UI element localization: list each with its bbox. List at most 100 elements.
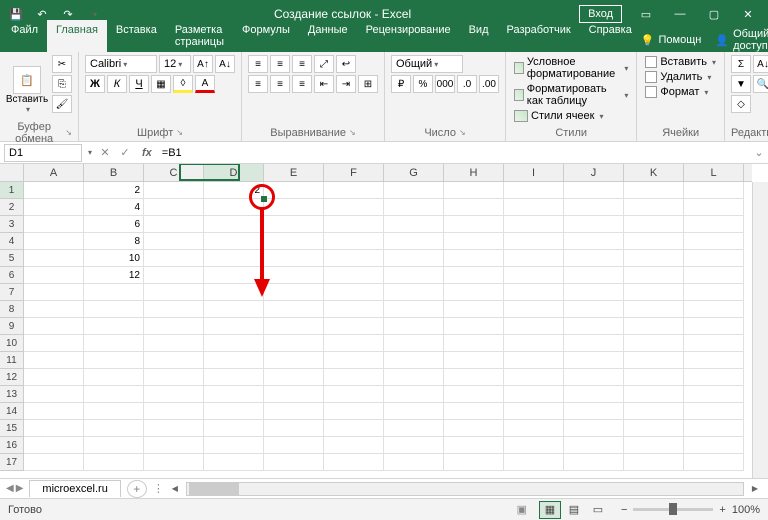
zoom-out-icon[interactable]: − xyxy=(621,504,627,516)
tab-данные[interactable]: Данные xyxy=(299,20,357,52)
cell[interactable] xyxy=(624,454,684,471)
col-header[interactable]: J xyxy=(564,164,624,181)
row-header[interactable]: 7 xyxy=(0,284,23,301)
cell[interactable] xyxy=(24,437,84,454)
merge-icon[interactable]: ⊞ xyxy=(358,75,378,93)
cell[interactable] xyxy=(204,284,264,301)
cell[interactable] xyxy=(84,318,144,335)
align-left-icon[interactable]: ≡ xyxy=(248,75,268,93)
cell[interactable] xyxy=(204,420,264,437)
cell[interactable] xyxy=(84,335,144,352)
cell[interactable] xyxy=(564,301,624,318)
cell[interactable] xyxy=(504,420,564,437)
cell[interactable] xyxy=(24,267,84,284)
tab-справка[interactable]: Справка xyxy=(580,20,641,52)
horizontal-scrollbar[interactable] xyxy=(186,482,744,496)
cell[interactable] xyxy=(444,216,504,233)
cell[interactable] xyxy=(624,369,684,386)
align-launcher-icon[interactable]: ↘ xyxy=(349,128,356,137)
cell[interactable] xyxy=(564,335,624,352)
cell[interactable] xyxy=(504,335,564,352)
enter-formula-icon[interactable]: ✓ xyxy=(116,144,134,162)
cell[interactable] xyxy=(384,284,444,301)
cell[interactable] xyxy=(24,182,84,199)
row-header[interactable]: 5 xyxy=(0,250,23,267)
currency-icon[interactable]: ₽ xyxy=(391,75,411,93)
cell[interactable] xyxy=(144,267,204,284)
cell[interactable] xyxy=(84,284,144,301)
cell[interactable] xyxy=(144,369,204,386)
cell[interactable] xyxy=(204,335,264,352)
cell[interactable] xyxy=(24,250,84,267)
align-right-icon[interactable]: ≡ xyxy=(292,75,312,93)
cell[interactable] xyxy=(264,318,324,335)
cell[interactable] xyxy=(444,454,504,471)
cell[interactable] xyxy=(324,335,384,352)
cell[interactable] xyxy=(504,284,564,301)
cell[interactable] xyxy=(144,199,204,216)
tab-вид[interactable]: Вид xyxy=(460,20,498,52)
cell[interactable] xyxy=(624,318,684,335)
cell[interactable] xyxy=(144,420,204,437)
cell[interactable] xyxy=(564,403,624,420)
copy-icon[interactable]: ⎘ xyxy=(52,75,72,93)
cell[interactable] xyxy=(144,352,204,369)
cell[interactable] xyxy=(324,352,384,369)
cell[interactable] xyxy=(444,182,504,199)
cell[interactable] xyxy=(624,216,684,233)
cell[interactable] xyxy=(444,369,504,386)
row-header[interactable]: 13 xyxy=(0,386,23,403)
cell[interactable] xyxy=(504,437,564,454)
cell[interactable] xyxy=(24,352,84,369)
hscroll-right-icon[interactable]: ▶ xyxy=(748,483,762,495)
cell[interactable] xyxy=(384,216,444,233)
fill-icon[interactable]: ▼ xyxy=(731,75,751,93)
row-header[interactable]: 6 xyxy=(0,267,23,284)
cell[interactable]: 4 xyxy=(84,199,144,216)
tab-разработчик[interactable]: Разработчик xyxy=(498,20,580,52)
underline-icon[interactable]: Ч xyxy=(129,75,149,93)
cell[interactable] xyxy=(264,267,324,284)
cell[interactable] xyxy=(144,454,204,471)
cell[interactable] xyxy=(324,301,384,318)
cell[interactable] xyxy=(624,233,684,250)
cell[interactable] xyxy=(324,216,384,233)
clipboard-launcher-icon[interactable]: ↘ xyxy=(65,128,72,137)
cell[interactable] xyxy=(444,199,504,216)
row-header[interactable]: 1 xyxy=(0,182,23,199)
cell[interactable] xyxy=(384,454,444,471)
formula-bar[interactable]: =B1 xyxy=(156,145,750,161)
cell[interactable] xyxy=(24,386,84,403)
cell[interactable] xyxy=(264,182,324,199)
sheet-nav-next-icon[interactable]: ▶ xyxy=(16,483,24,494)
cell[interactable] xyxy=(684,250,744,267)
col-header[interactable]: L xyxy=(684,164,744,181)
cell[interactable]: 2 xyxy=(204,182,264,199)
cut-icon[interactable]: ✂ xyxy=(52,55,72,73)
cell[interactable] xyxy=(444,335,504,352)
cell[interactable] xyxy=(204,233,264,250)
number-launcher-icon[interactable]: ↘ xyxy=(459,128,466,137)
font-size-select[interactable]: 12▾ xyxy=(159,55,191,73)
cell[interactable] xyxy=(204,216,264,233)
cell[interactable] xyxy=(444,267,504,284)
hscroll-left-icon[interactable]: ◀ xyxy=(168,483,182,495)
cell[interactable] xyxy=(84,301,144,318)
fill-color-icon[interactable]: ◊ xyxy=(173,75,193,93)
cell[interactable] xyxy=(264,335,324,352)
cell[interactable] xyxy=(624,199,684,216)
cell[interactable] xyxy=(264,420,324,437)
row-header[interactable]: 10 xyxy=(0,335,23,352)
align-middle-icon[interactable]: ≡ xyxy=(270,55,290,73)
cell[interactable] xyxy=(204,454,264,471)
cell[interactable] xyxy=(684,301,744,318)
cell[interactable] xyxy=(264,352,324,369)
cell[interactable] xyxy=(504,369,564,386)
font-family-select[interactable]: Calibri▾ xyxy=(85,55,157,73)
cell[interactable] xyxy=(84,352,144,369)
cell[interactable] xyxy=(564,284,624,301)
cell[interactable] xyxy=(564,250,624,267)
align-bottom-icon[interactable]: ≡ xyxy=(292,55,312,73)
cell[interactable] xyxy=(624,182,684,199)
cell[interactable] xyxy=(384,233,444,250)
